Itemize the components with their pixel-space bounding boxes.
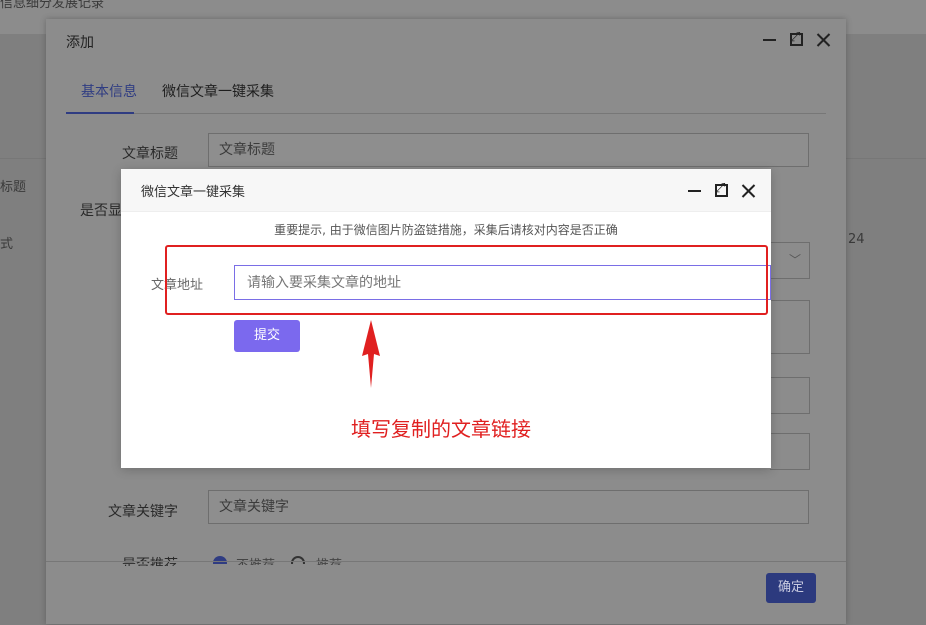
add-dialog-header: 添加 bbox=[46, 19, 846, 62]
add-dialog-title: 添加 bbox=[66, 35, 94, 51]
important-tip: 重要提示, 由于微信图片防盗链措施，采集后请核对内容是否正确 bbox=[274, 223, 618, 237]
background-number: 24 bbox=[848, 232, 865, 247]
wechat-collect-window-controls bbox=[687, 181, 756, 198]
article-keyword-label: 文章关键字 bbox=[108, 504, 178, 520]
add-dialog-window-controls bbox=[762, 30, 831, 47]
submit-button[interactable]: 提交 bbox=[234, 320, 300, 352]
close-icon[interactable] bbox=[741, 183, 756, 198]
show-label: 是否显 bbox=[80, 203, 122, 219]
minimize-icon[interactable] bbox=[687, 183, 702, 198]
input-edge-2[interactable] bbox=[770, 433, 810, 470]
article-keyword-input[interactable]: 文章关键字 bbox=[208, 490, 809, 524]
up-arrow-icon bbox=[362, 320, 380, 388]
maximize-icon[interactable] bbox=[714, 181, 729, 198]
add-dialog-footer bbox=[46, 561, 846, 625]
wechat-collect-dialog-header: 微信文章一键采集 bbox=[121, 169, 771, 212]
article-title-label: 文章标题 bbox=[122, 146, 178, 162]
tab-basic-info-label: 基本信息 bbox=[81, 84, 137, 100]
tab-wechat-collect-label: 微信文章一键采集 bbox=[162, 84, 274, 100]
input-edge-1[interactable] bbox=[770, 377, 810, 414]
textarea-edge[interactable] bbox=[770, 300, 810, 354]
article-title-input[interactable]: 文章标题 bbox=[208, 133, 809, 167]
select-edge[interactable]: ﹀ bbox=[770, 242, 810, 279]
confirm-button[interactable]: 确定 bbox=[766, 573, 816, 603]
close-icon[interactable] bbox=[816, 32, 831, 47]
background-label-title: 标题 bbox=[0, 180, 27, 195]
tab-active-indicator bbox=[66, 112, 134, 114]
minimize-icon[interactable] bbox=[762, 32, 777, 47]
highlight-box bbox=[165, 245, 768, 315]
background-breadcrumb: 信息细分发展记录 bbox=[0, 0, 105, 11]
tab-wechat-collect[interactable]: 微信文章一键采集 bbox=[162, 81, 274, 101]
maximize-icon[interactable] bbox=[789, 30, 804, 47]
chevron-down-icon: ﹀ bbox=[788, 253, 801, 267]
tab-basic-info[interactable]: 基本信息 bbox=[81, 81, 137, 101]
background-label-style: 式 bbox=[0, 237, 14, 252]
annotation-text: 填写复制的文章链接 bbox=[351, 417, 531, 441]
add-dialog-tabs: 基本信息 微信文章一键采集 bbox=[66, 77, 826, 114]
wechat-collect-dialog-title: 微信文章一键采集 bbox=[141, 185, 246, 200]
